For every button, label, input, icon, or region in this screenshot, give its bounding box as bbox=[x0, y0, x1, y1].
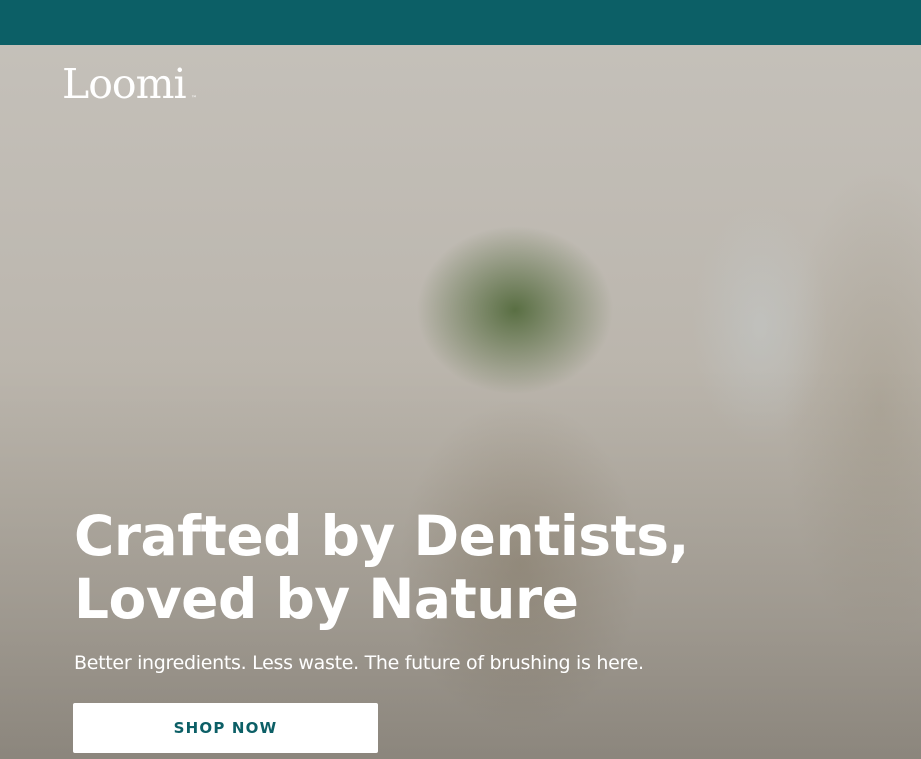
top-announcement-bar bbox=[0, 0, 921, 45]
trademark-symbol: ™ bbox=[191, 95, 197, 102]
shop-now-button[interactable]: SHOP NOW bbox=[73, 703, 378, 753]
hero-headline-line-1: Crafted by Dentists, bbox=[74, 504, 689, 568]
hero-headline: Crafted by Dentists, Loved by Nature bbox=[74, 505, 874, 631]
brand-logo[interactable]: Loomi bbox=[62, 62, 187, 106]
page: Loomi ™ Crafted by Dentists, Loved by Na… bbox=[0, 0, 921, 759]
hero-subheadline: Better ingredients. Less waste. The futu… bbox=[74, 652, 644, 674]
hero-headline-line-2: Loved by Nature bbox=[74, 567, 579, 631]
